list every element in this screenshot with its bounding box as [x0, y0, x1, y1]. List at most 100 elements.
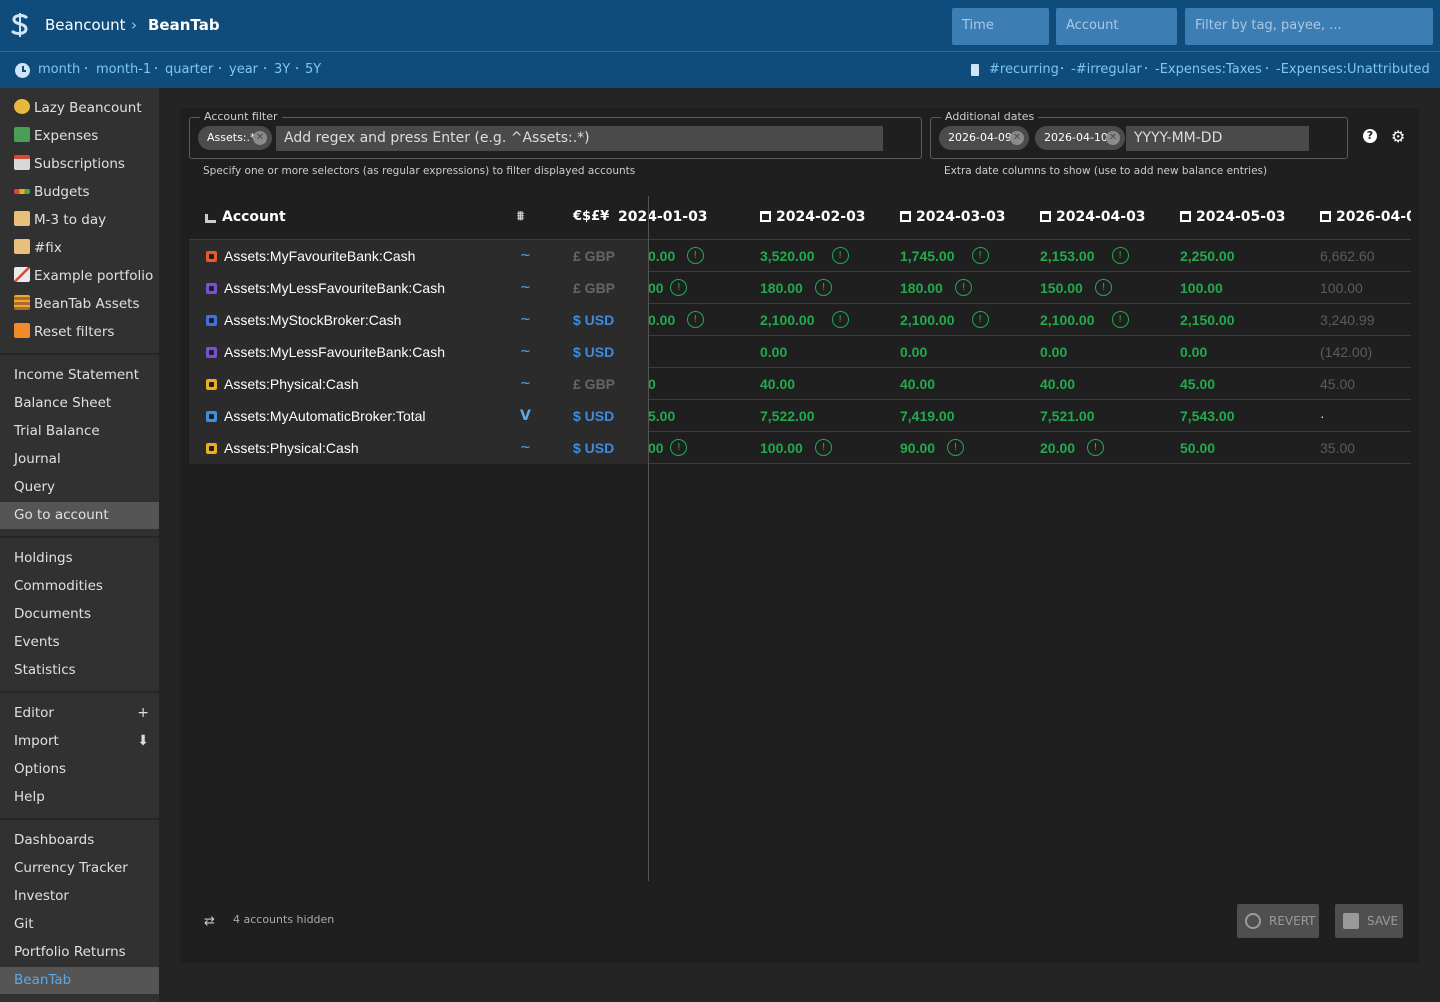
balance-cell[interactable]: 150.00	[1040, 280, 1083, 296]
table-row[interactable]: 00! 100.00! 90.00! 20.00! 50.00 35.00 Assets:P…	[189, 432, 1411, 464]
sidebar-item-holdings[interactable]: Holdings	[0, 545, 159, 572]
balance-cell[interactable]: 0.00	[760, 344, 787, 360]
account-name-link[interactable]: Assets:MyLessFavouriteBank:Cash	[224, 280, 445, 296]
balance-warning-icon[interactable]: !	[686, 311, 704, 328]
remove-chip-icon[interactable]: ✕	[1010, 131, 1024, 145]
balance-mode-toggle[interactable]: ~	[520, 344, 531, 359]
balance-warning-icon[interactable]: !	[1087, 439, 1104, 456]
account-column-header[interactable]: Account	[222, 209, 286, 225]
sidebar-item-investor[interactable]: Investor	[0, 883, 159, 910]
balance-warning-icon[interactable]: !	[1111, 311, 1129, 328]
balance-warning-icon[interactable]: !	[815, 279, 833, 296]
sidebar-item-dashboards[interactable]: Dashboards	[0, 827, 159, 854]
table-row[interactable]: 00! 180.00! 180.00! 150.00! 100.00 100.00 Asse…	[189, 272, 1411, 304]
balance-cell[interactable]: (142.00)	[1320, 344, 1372, 360]
balance-warning-icon[interactable]: !	[971, 247, 989, 264]
sidebar-item-help[interactable]: Help	[0, 784, 159, 811]
sidebar-item-editor[interactable]: Editor +	[0, 700, 159, 727]
balance-warning-icon[interactable]: !	[947, 439, 964, 456]
balance-mode-toggle[interactable]: ~	[520, 376, 531, 391]
sidebar-item-subscriptions[interactable]: Subscriptions	[0, 151, 159, 178]
remove-chip-icon[interactable]: ✕	[253, 131, 267, 145]
balance-warning-icon[interactable]: !	[831, 247, 849, 264]
balance-warning-icon[interactable]: !	[815, 439, 833, 456]
sidebar-item-statistics[interactable]: Statistics	[0, 657, 159, 684]
table-row[interactable]: 5.00 7,522.00 7,419.00 7,521.00 7,543.00 · Ass…	[189, 400, 1411, 432]
balance-cell[interactable]: 00	[648, 280, 664, 296]
balance-cell[interactable]: ·	[1320, 408, 1325, 424]
add-icon[interactable]: +	[137, 700, 149, 727]
toggle-icon[interactable]: ⩩	[517, 209, 524, 224]
balance-warning-icon[interactable]: !	[955, 279, 973, 296]
balance-cell[interactable]: 2,100.00	[1040, 312, 1095, 328]
balance-mode-toggle[interactable]: ~	[520, 440, 531, 455]
table-row[interactable]: 0 40.00 40.00 40.00 45.00 45.00 Assets:Physica…	[189, 368, 1411, 400]
remove-chip-icon[interactable]: ✕	[1106, 131, 1120, 145]
balance-cell[interactable]: 50.00	[1180, 440, 1215, 456]
balance-cell[interactable]: 40.00	[1040, 376, 1075, 392]
balance-warning-icon[interactable]: !	[1111, 247, 1129, 264]
balance-cell[interactable]: 45.00	[1320, 376, 1355, 392]
time-filter-input[interactable]: Time	[952, 8, 1049, 45]
balance-cell[interactable]: 6,662.60	[1320, 248, 1375, 264]
balance-mode-toggle[interactable]: V	[520, 408, 531, 424]
revert-button[interactable]: REVERT	[1237, 904, 1319, 938]
balance-cell[interactable]: 7,521.00	[1040, 408, 1095, 424]
period-year[interactable]: year	[229, 62, 258, 77]
balance-mode-toggle[interactable]: ~	[520, 312, 531, 327]
tag-filter-unattributed[interactable]: -Expenses:Unattributed	[1276, 62, 1430, 77]
sidebar-item-reset-filters[interactable]: Reset filters	[0, 319, 159, 346]
swap-icon[interactable]: ⇄	[204, 914, 215, 929]
sidebar-item-balance-sheet[interactable]: Balance Sheet	[0, 390, 159, 417]
date-column-header[interactable]: 2024-05-03	[1180, 209, 1286, 225]
save-button[interactable]: SAVE	[1335, 904, 1403, 938]
period-3y[interactable]: 3Y	[274, 62, 290, 77]
account-name-link[interactable]: Assets:Physical:Cash	[224, 376, 359, 392]
balance-cell[interactable]: 2,100.00	[900, 312, 955, 328]
sidebar-item-beantab[interactable]: BeanTab	[0, 967, 159, 994]
balance-cell[interactable]: 0.00	[1040, 344, 1067, 360]
sidebar-item-commodities[interactable]: Commodities	[0, 573, 159, 600]
period-5y[interactable]: 5Y	[305, 62, 321, 77]
sidebar-item-options[interactable]: Options	[0, 756, 159, 783]
sidebar-item-portfolio-returns[interactable]: Portfolio Returns	[0, 939, 159, 966]
account-filter-input[interactable]: Account	[1056, 8, 1177, 45]
balance-cell[interactable]: 7,543.00	[1180, 408, 1235, 424]
balance-warning-icon[interactable]: !	[686, 247, 704, 264]
date-column-header[interactable]: 2024-01-03	[618, 209, 708, 225]
currency-column-header[interactable]: €$£¥	[573, 209, 609, 224]
account-name-link[interactable]: Assets:MyAutomaticBroker:Total	[224, 408, 426, 424]
table-row[interactable]: 0.00 0.00 0.00 0.00 (142.00) Assets:MyLessFav…	[189, 336, 1411, 368]
balance-cell[interactable]: 2,100.00	[760, 312, 815, 328]
balance-cell[interactable]: 2,153.00	[1040, 248, 1095, 264]
table-row[interactable]: 0.00! 2,100.00! 2,100.00! 2,100.00! 2,150.00…	[189, 304, 1411, 336]
balance-cell[interactable]: 180.00	[760, 280, 803, 296]
balance-cell[interactable]: 2,150.00	[1180, 312, 1235, 328]
balance-warning-icon[interactable]: !	[971, 311, 989, 328]
balance-cell[interactable]: 3,240.99	[1320, 312, 1375, 328]
account-name-link[interactable]: Assets:MyLessFavouriteBank:Cash	[224, 344, 445, 360]
sidebar-item-documents[interactable]: Documents	[0, 601, 159, 628]
balance-cell[interactable]: 180.00	[900, 280, 943, 296]
date-column-header[interactable]: 2024-03-03	[900, 209, 1006, 225]
date-input[interactable]: YYYY-MM-DD	[1126, 126, 1309, 151]
help-icon[interactable]: ?	[1363, 129, 1377, 143]
balance-cell[interactable]: 0.00	[900, 344, 927, 360]
sidebar-item-events[interactable]: Events	[0, 629, 159, 656]
period-quarter[interactable]: quarter	[165, 62, 213, 77]
brand-title[interactable]: Beancount	[45, 16, 126, 34]
sidebar-item-lazy-beancount[interactable]: Lazy Beancount	[0, 95, 159, 122]
table-row[interactable]: 0.00! 3,520.00! 1,745.00! 2,153.00! 2,250.00…	[189, 240, 1411, 272]
balance-cell[interactable]: 7,522.00	[760, 408, 815, 424]
balance-warning-icon[interactable]: !	[1095, 279, 1113, 296]
period-month[interactable]: month	[38, 62, 80, 77]
balance-cell[interactable]: 45.00	[1180, 376, 1215, 392]
beancount-logo-icon[interactable]	[8, 12, 32, 38]
date-column-header[interactable]: 2026-04-09	[1320, 209, 1411, 225]
balance-cell[interactable]: 0	[648, 376, 656, 392]
sidebar-item-budgets[interactable]: Budgets	[0, 179, 159, 206]
balance-cell[interactable]: 35.00	[1320, 440, 1355, 456]
balance-cell[interactable]: 90.00	[900, 440, 935, 456]
sidebar-item-query[interactable]: Query	[0, 474, 159, 501]
sidebar-item-m3-to-day[interactable]: M-3 to day	[0, 207, 159, 234]
